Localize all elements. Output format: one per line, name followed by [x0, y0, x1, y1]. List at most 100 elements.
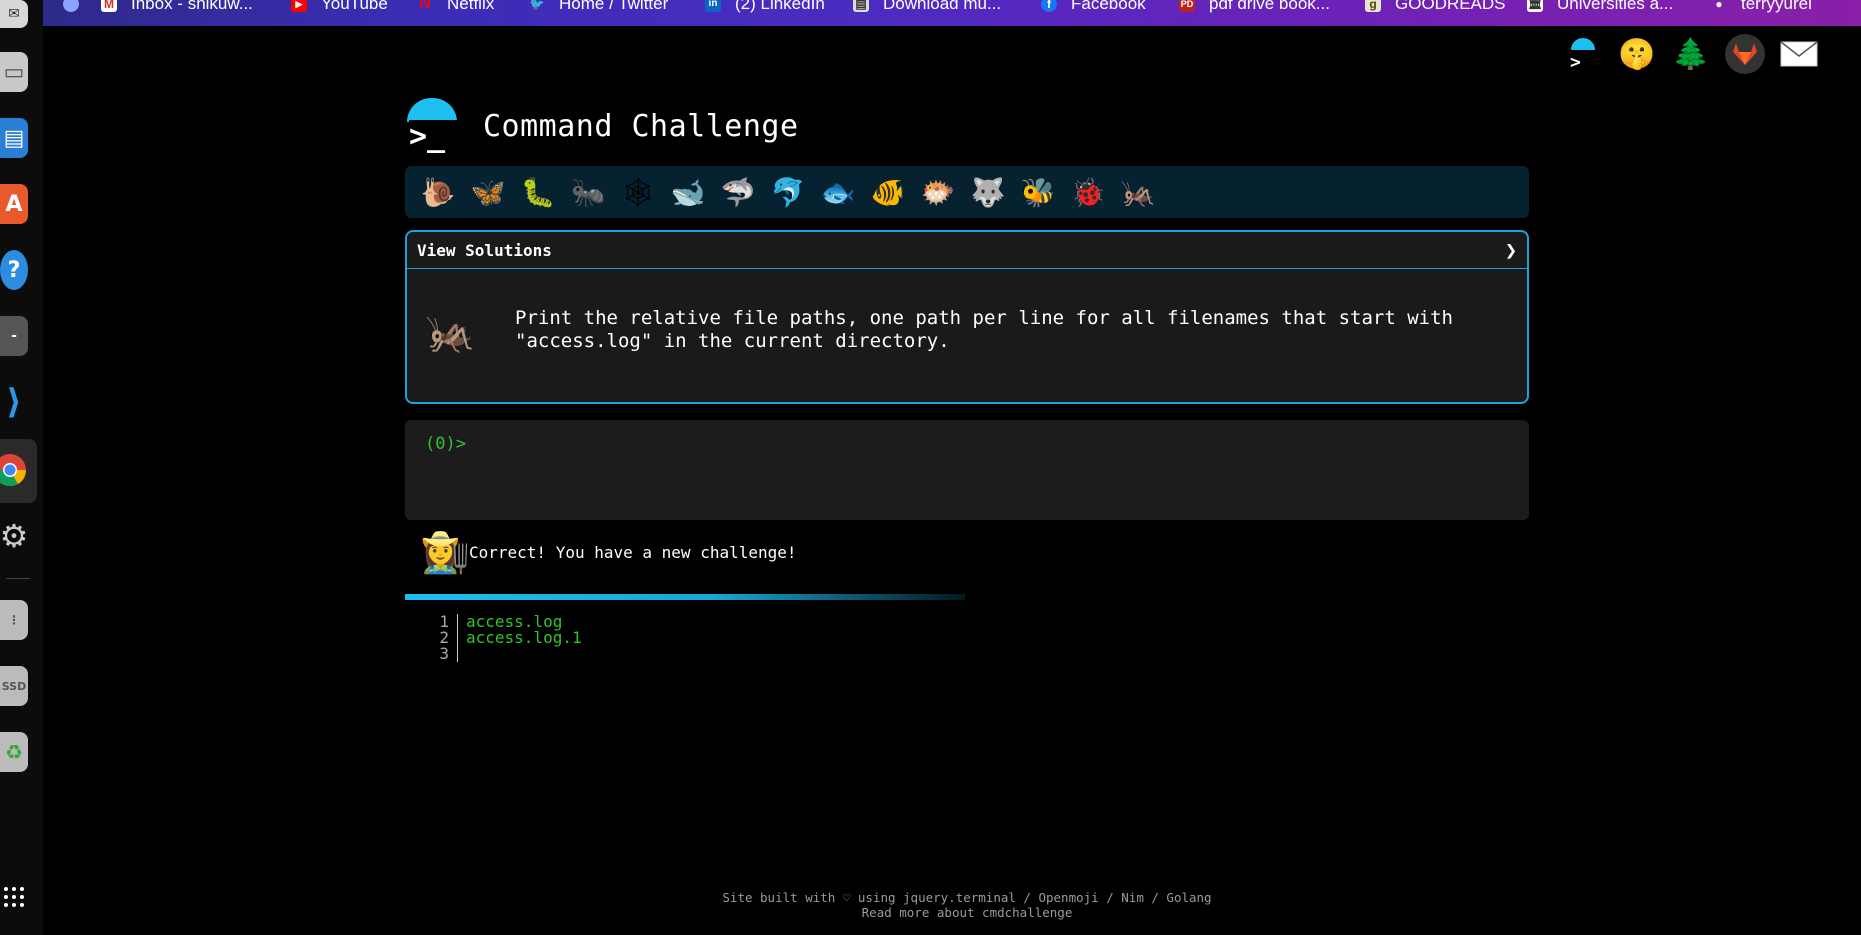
challenge-icon[interactable]: 🐌	[413, 170, 463, 214]
terminal-icon[interactable]: >_	[1563, 34, 1603, 74]
social-links: >_ 🤫 🌲	[1563, 34, 1819, 74]
footer-credits: Site built with ♡ using jquery.terminal …	[722, 890, 1212, 905]
challenge-icon[interactable]: 🦗	[1113, 170, 1163, 214]
line-number: 2	[439, 628, 449, 647]
terminal-app-icon[interactable]: -	[0, 316, 28, 356]
line-number: 1	[439, 612, 449, 631]
bookmark-label: Download mu...	[883, 0, 1002, 13]
bookmark-gmail[interactable]: M Inbox - shikuw...	[101, 0, 253, 15]
challenge-panel: View Solutions ❯ 🦗 Print the relative fi…	[405, 230, 1529, 404]
challenge-icon[interactable]: 🐜	[563, 170, 613, 214]
mail-icon[interactable]	[1779, 34, 1819, 74]
goodreads-icon: g	[1365, 0, 1381, 12]
challenge-icon[interactable]: 🐟	[813, 170, 863, 214]
challenge-description: Print the relative file paths, one path …	[515, 307, 1453, 352]
view-solutions-label: View Solutions	[417, 240, 552, 260]
linkedin-icon: in	[705, 0, 721, 12]
output-text: access.log.1	[457, 630, 582, 646]
show-apps-icon[interactable]	[4, 887, 24, 907]
bookmark-label: GOODREADS	[1395, 0, 1506, 13]
bookmark-label: Inbox - shikuw...	[131, 0, 253, 13]
bookmark-linkedin[interactable]: in (2) LinkedIn	[705, 0, 825, 15]
read-more-link[interactable]: Read more about cmdchallenge	[405, 905, 1529, 920]
grasshopper-icon: 🦗	[425, 309, 475, 356]
twitter-icon: 🐦	[529, 0, 545, 11]
bookmark-download[interactable]: ▤ Download mu...	[853, 0, 1001, 15]
settings-icon[interactable]: ⚙	[0, 516, 28, 556]
writer-app-icon[interactable]: ▤	[0, 118, 28, 158]
drive-icon[interactable]: ⋮	[0, 600, 28, 640]
chevron-right-icon: ❯	[1504, 238, 1517, 262]
challenge-body: 🦗 Print the relative file paths, one pat…	[407, 269, 1527, 357]
facebook-icon: f	[1041, 0, 1057, 12]
university-icon: 🏛	[1527, 0, 1543, 12]
logo-prompt: >_	[409, 120, 457, 154]
pdfdrive-icon: PD	[1179, 0, 1195, 12]
help-icon[interactable]: ?	[0, 250, 28, 290]
page: >_ 🤫 🌲 >_ Command Challenge 🐌 🦋 🐛 🐜 🕸 🐋 …	[43, 26, 1861, 935]
challenge-icon[interactable]: 🐋	[663, 170, 713, 214]
netflix-icon: N	[419, 0, 431, 12]
terminal-input[interactable]: (0)>	[405, 420, 1529, 520]
bookmarks-bar: M Inbox - shikuw... ▶ YouTube N Netflix 🐦 Ho…	[43, 0, 1861, 26]
terminal-prompt: (0)>	[425, 434, 466, 454]
bookmark-label: Universities a...	[1557, 0, 1674, 13]
files-app-icon[interactable]: ▭	[0, 52, 28, 92]
bookmark-universities[interactable]: 🏛 Universities a...	[1527, 0, 1673, 15]
bookmark-youtube[interactable]: ▶ YouTube	[291, 0, 388, 15]
gitlab-icon[interactable]	[1725, 34, 1765, 74]
result-message: 👩‍🌾 Correct! You have a new challenge!	[420, 522, 797, 582]
chrome-icon[interactable]	[0, 450, 30, 490]
footer: Site built with ♡ using jquery.terminal …	[405, 890, 1529, 920]
bookmark-label: YouTube	[321, 0, 388, 13]
svg-text:>_: >_	[1570, 52, 1592, 70]
bookmark-label: Facebook	[1071, 0, 1146, 13]
site-header: >_ Command Challenge	[405, 90, 799, 162]
ssd-drive-icon[interactable]: SSD	[0, 666, 28, 706]
challenge-icon[interactable]: 🐠	[863, 170, 913, 214]
bookmark-globe[interactable]	[63, 0, 93, 15]
gmail-icon: M	[101, 0, 117, 12]
line-number: 3	[439, 644, 449, 663]
bookmark-netflix[interactable]: N Netflix	[417, 0, 494, 15]
challenge-icon[interactable]: 🐞	[1063, 170, 1113, 214]
challenge-icon[interactable]: 🐬	[763, 170, 813, 214]
output-divider	[405, 594, 965, 600]
challenge-icon[interactable]: 🕸	[613, 170, 663, 214]
bookmark-pdfdrive[interactable]: PD pdf drive book...	[1179, 0, 1330, 15]
software-center-icon[interactable]: A	[0, 184, 28, 224]
github-icon: ●	[1715, 0, 1723, 11]
bookmark-facebook[interactable]: f Facebook	[1041, 0, 1146, 15]
globe-icon	[63, 0, 79, 12]
challenge-icon[interactable]: 🦈	[713, 170, 763, 214]
bookmark-github[interactable]: ● terryyurei	[1711, 0, 1812, 15]
challenge-icon[interactable]: 🐛	[513, 170, 563, 214]
challenge-icon[interactable]: 🐝	[1013, 170, 1063, 214]
output-line: 3	[405, 646, 582, 662]
view-solutions-toggle[interactable]: View Solutions ❯	[407, 232, 1527, 269]
bookmark-label: Home / Twitter	[559, 0, 669, 13]
bookmark-label: pdf drive book...	[1209, 0, 1330, 13]
bookmark-goodreads[interactable]: g GOODREADS	[1365, 0, 1506, 15]
challenge-icon[interactable]: 🐡	[913, 170, 963, 214]
shush-face-icon[interactable]: 🤫	[1617, 34, 1657, 74]
result-text: Correct! You have a new challenge!	[469, 542, 797, 562]
tree-icon[interactable]: 🌲	[1671, 34, 1711, 74]
output-line: 2 access.log.1	[405, 630, 582, 646]
challenge-progress-bar: 🐌 🦋 🐛 🐜 🕸 🐋 🦈 🐬 🐟 🐠 🐡 🐺 🐝 🐞 🦗	[405, 166, 1529, 218]
dock-separator	[6, 578, 30, 579]
vscode-icon[interactable]: ⟩	[0, 382, 28, 422]
farmer-icon: 👩‍🌾	[420, 529, 470, 576]
challenge-icon[interactable]: 🐺	[963, 170, 1013, 214]
mail-app-icon[interactable]: ✉	[0, 0, 28, 28]
bookmark-label: (2) LinkedIn	[735, 0, 825, 13]
command-output: 1 access.log 2 access.log.1 3	[405, 614, 582, 662]
logo[interactable]: >_	[405, 98, 459, 154]
trash-icon[interactable]: ♻	[0, 732, 28, 772]
bookmark-twitter[interactable]: 🐦 Home / Twitter	[529, 0, 669, 15]
bookmark-label: terryyurei	[1741, 0, 1812, 13]
os-dock: ✉ ▭ ▤ A ? - ⟩ ⚙ ⋮ SSD ♻	[0, 0, 44, 935]
challenge-icon[interactable]: 🦋	[463, 170, 513, 214]
youtube-icon: ▶	[291, 0, 307, 12]
page-title: Command Challenge	[483, 108, 799, 144]
